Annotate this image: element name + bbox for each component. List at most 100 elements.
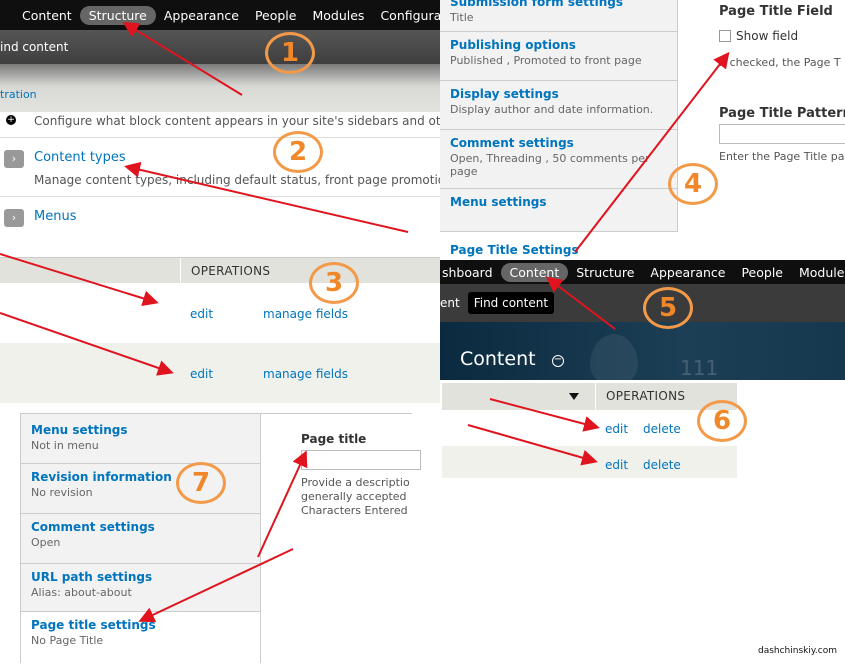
block-layout-row: + Configure what block content appears i… <box>0 112 440 138</box>
show-field-label: Show field <box>736 29 799 43</box>
toolbar-people[interactable]: People <box>247 8 305 23</box>
tab-summary: Not in menu <box>31 439 99 452</box>
table-row: edit manage fields <box>0 283 440 343</box>
chevron-right-icon[interactable]: › <box>4 150 24 168</box>
page-title-pane: Page title Provide a descriptio generall… <box>261 413 421 553</box>
delete-link[interactable]: delete <box>643 422 681 436</box>
tab-summary: No Page Title <box>31 634 104 647</box>
toolbar-appearance[interactable]: Appearance <box>156 8 247 23</box>
breadcrumb-administration[interactable]: tration <box>0 88 37 101</box>
tab-title: Comment settings <box>31 520 155 534</box>
tab-summary: Open <box>31 536 61 549</box>
drupal-drop-icon <box>590 334 638 386</box>
shortcut-toggle-icon[interactable]: − <box>552 355 564 367</box>
toolbar-content[interactable]: Content <box>14 8 80 23</box>
menus-row: › Menus <box>0 200 440 240</box>
tab-title: Menu settings <box>450 195 547 209</box>
ops-table-header-6: OPERATIONS <box>442 383 737 410</box>
step-badge-7: 7 <box>176 462 226 504</box>
page-title-pattern-input[interactable] <box>719 124 845 144</box>
admin-toolbar-1: Content Structure Appearance People Modu… <box>0 0 465 30</box>
content-types-description: Manage content types, including default … <box>34 173 453 187</box>
tab-title: Submission form settings <box>450 0 623 9</box>
vertical-tabs-4: Submission form settings Title Publishin… <box>440 0 678 232</box>
shortcut-find-content[interactable]: ind content <box>0 40 68 54</box>
desc-line: Provide a descriptio <box>301 476 410 489</box>
tab-title: Display settings <box>450 87 559 101</box>
collapse-icon[interactable]: + <box>6 115 16 125</box>
page-title-pattern-heading: Page Title Pattern <box>719 106 845 121</box>
page-title-field-heading: Page Title Field <box>719 4 833 19</box>
ops-table-header-1: OPERATIONS <box>0 257 440 284</box>
toolbar-structure[interactable]: Structure <box>568 265 642 280</box>
toolbar-modules[interactable]: Modules <box>791 265 845 280</box>
chevron-right-icon[interactable]: › <box>4 209 24 227</box>
step-badge-6: 6 <box>697 400 747 442</box>
tab-title: Menu settings <box>31 423 128 437</box>
table-row: edit delete <box>442 446 737 478</box>
tab-comment-settings[interactable]: Comment settings Open, Threading , 50 co… <box>440 130 677 189</box>
menus-link[interactable]: Menus <box>34 209 76 224</box>
desc-line: generally accepted <box>301 490 407 503</box>
page-title: Content <box>460 348 536 370</box>
toolbar-appearance[interactable]: Appearance <box>642 265 733 280</box>
tab-publishing-options[interactable]: Publishing options Published , Promoted … <box>440 32 677 81</box>
tab-page-title-settings[interactable]: Page Title Settings <box>450 243 579 257</box>
toolbar-content[interactable]: Content <box>500 262 569 282</box>
tab-title: Comment settings <box>450 136 574 150</box>
row-divider <box>0 137 440 138</box>
vertical-tabs-7: Menu settings Not in menu Revision infor… <box>20 413 261 664</box>
tab-summary: Title <box>450 11 474 24</box>
step-badge-2: 2 <box>273 131 323 173</box>
tab-title: Publishing options <box>450 38 576 52</box>
sort-arrow-icon[interactable] <box>569 393 579 400</box>
content-types-row: › Content types Manage content types, in… <box>0 140 453 196</box>
shortcut-find-content[interactable]: Find content <box>467 292 555 314</box>
page-title-input[interactable] <box>301 450 421 470</box>
row-divider <box>0 196 440 197</box>
step-badge-1: 1 <box>265 32 315 74</box>
edit-link[interactable]: edit <box>605 422 628 436</box>
content-types-link[interactable]: Content types <box>34 150 126 165</box>
tab-menu-settings[interactable]: Menu settings <box>440 189 677 227</box>
watermark: dashchinskiy.com <box>757 646 837 656</box>
toolbar-modules[interactable]: Modules <box>304 8 372 23</box>
block-layout-description: Configure what block content appears in … <box>34 114 440 128</box>
toolbar-structure[interactable]: Structure <box>79 5 156 25</box>
toolbar-dashboard[interactable]: shboard <box>440 265 501 280</box>
tab-comment-settings[interactable]: Comment settings Open <box>21 514 260 564</box>
manage-fields-link[interactable]: manage fields <box>263 367 348 381</box>
table-row: edit manage fields <box>0 343 440 403</box>
shortcut-content[interactable]: ent <box>440 296 460 310</box>
step-badge-5: 5 <box>643 287 693 329</box>
desc-line: Characters Entered <box>301 504 408 517</box>
content-header: Content − 111 <box>440 322 845 386</box>
tab-title: Page title settings <box>31 618 156 632</box>
page-title-description: Provide a descriptio generally accepted … <box>301 476 410 518</box>
show-field-checkbox[interactable] <box>719 30 731 42</box>
tab-display-settings[interactable]: Display settings Display author and date… <box>440 81 677 130</box>
edit-link[interactable]: edit <box>190 367 213 381</box>
delete-link[interactable]: delete <box>643 458 681 472</box>
tab-summary: Alias: about-about <box>31 586 132 599</box>
step-badge-3: 3 <box>309 262 359 304</box>
edit-link[interactable]: edit <box>605 458 628 472</box>
page-title-label: Page title <box>301 432 367 446</box>
table-row: edit delete <box>442 410 737 446</box>
step-badge-4: 4 <box>668 163 718 205</box>
pattern-description: Enter the Page Title pa <box>719 150 845 163</box>
edit-link[interactable]: edit <box>190 307 213 321</box>
tab-menu-settings[interactable]: Menu settings Not in menu <box>21 414 260 464</box>
tab-submission-form[interactable]: Submission form settings Title <box>440 0 677 32</box>
show-field-description: If checked, the Page T <box>719 56 841 69</box>
toolbar-people[interactable]: People <box>733 265 791 280</box>
shortcut-bar-1: ind content <box>0 30 440 64</box>
admin-toolbar-5: shboard Content Structure Appearance Peo… <box>440 260 845 284</box>
tab-url-path-settings[interactable]: URL path settings Alias: about-about <box>21 564 260 612</box>
background-number: 111 <box>680 356 719 380</box>
tab-summary: Display author and date information. <box>450 103 654 116</box>
operations-header: OPERATIONS <box>606 389 686 403</box>
operations-header: OPERATIONS <box>191 264 271 278</box>
manage-fields-link[interactable]: manage fields <box>263 307 348 321</box>
tab-page-title-settings[interactable]: Page title settings No Page Title <box>21 612 260 664</box>
